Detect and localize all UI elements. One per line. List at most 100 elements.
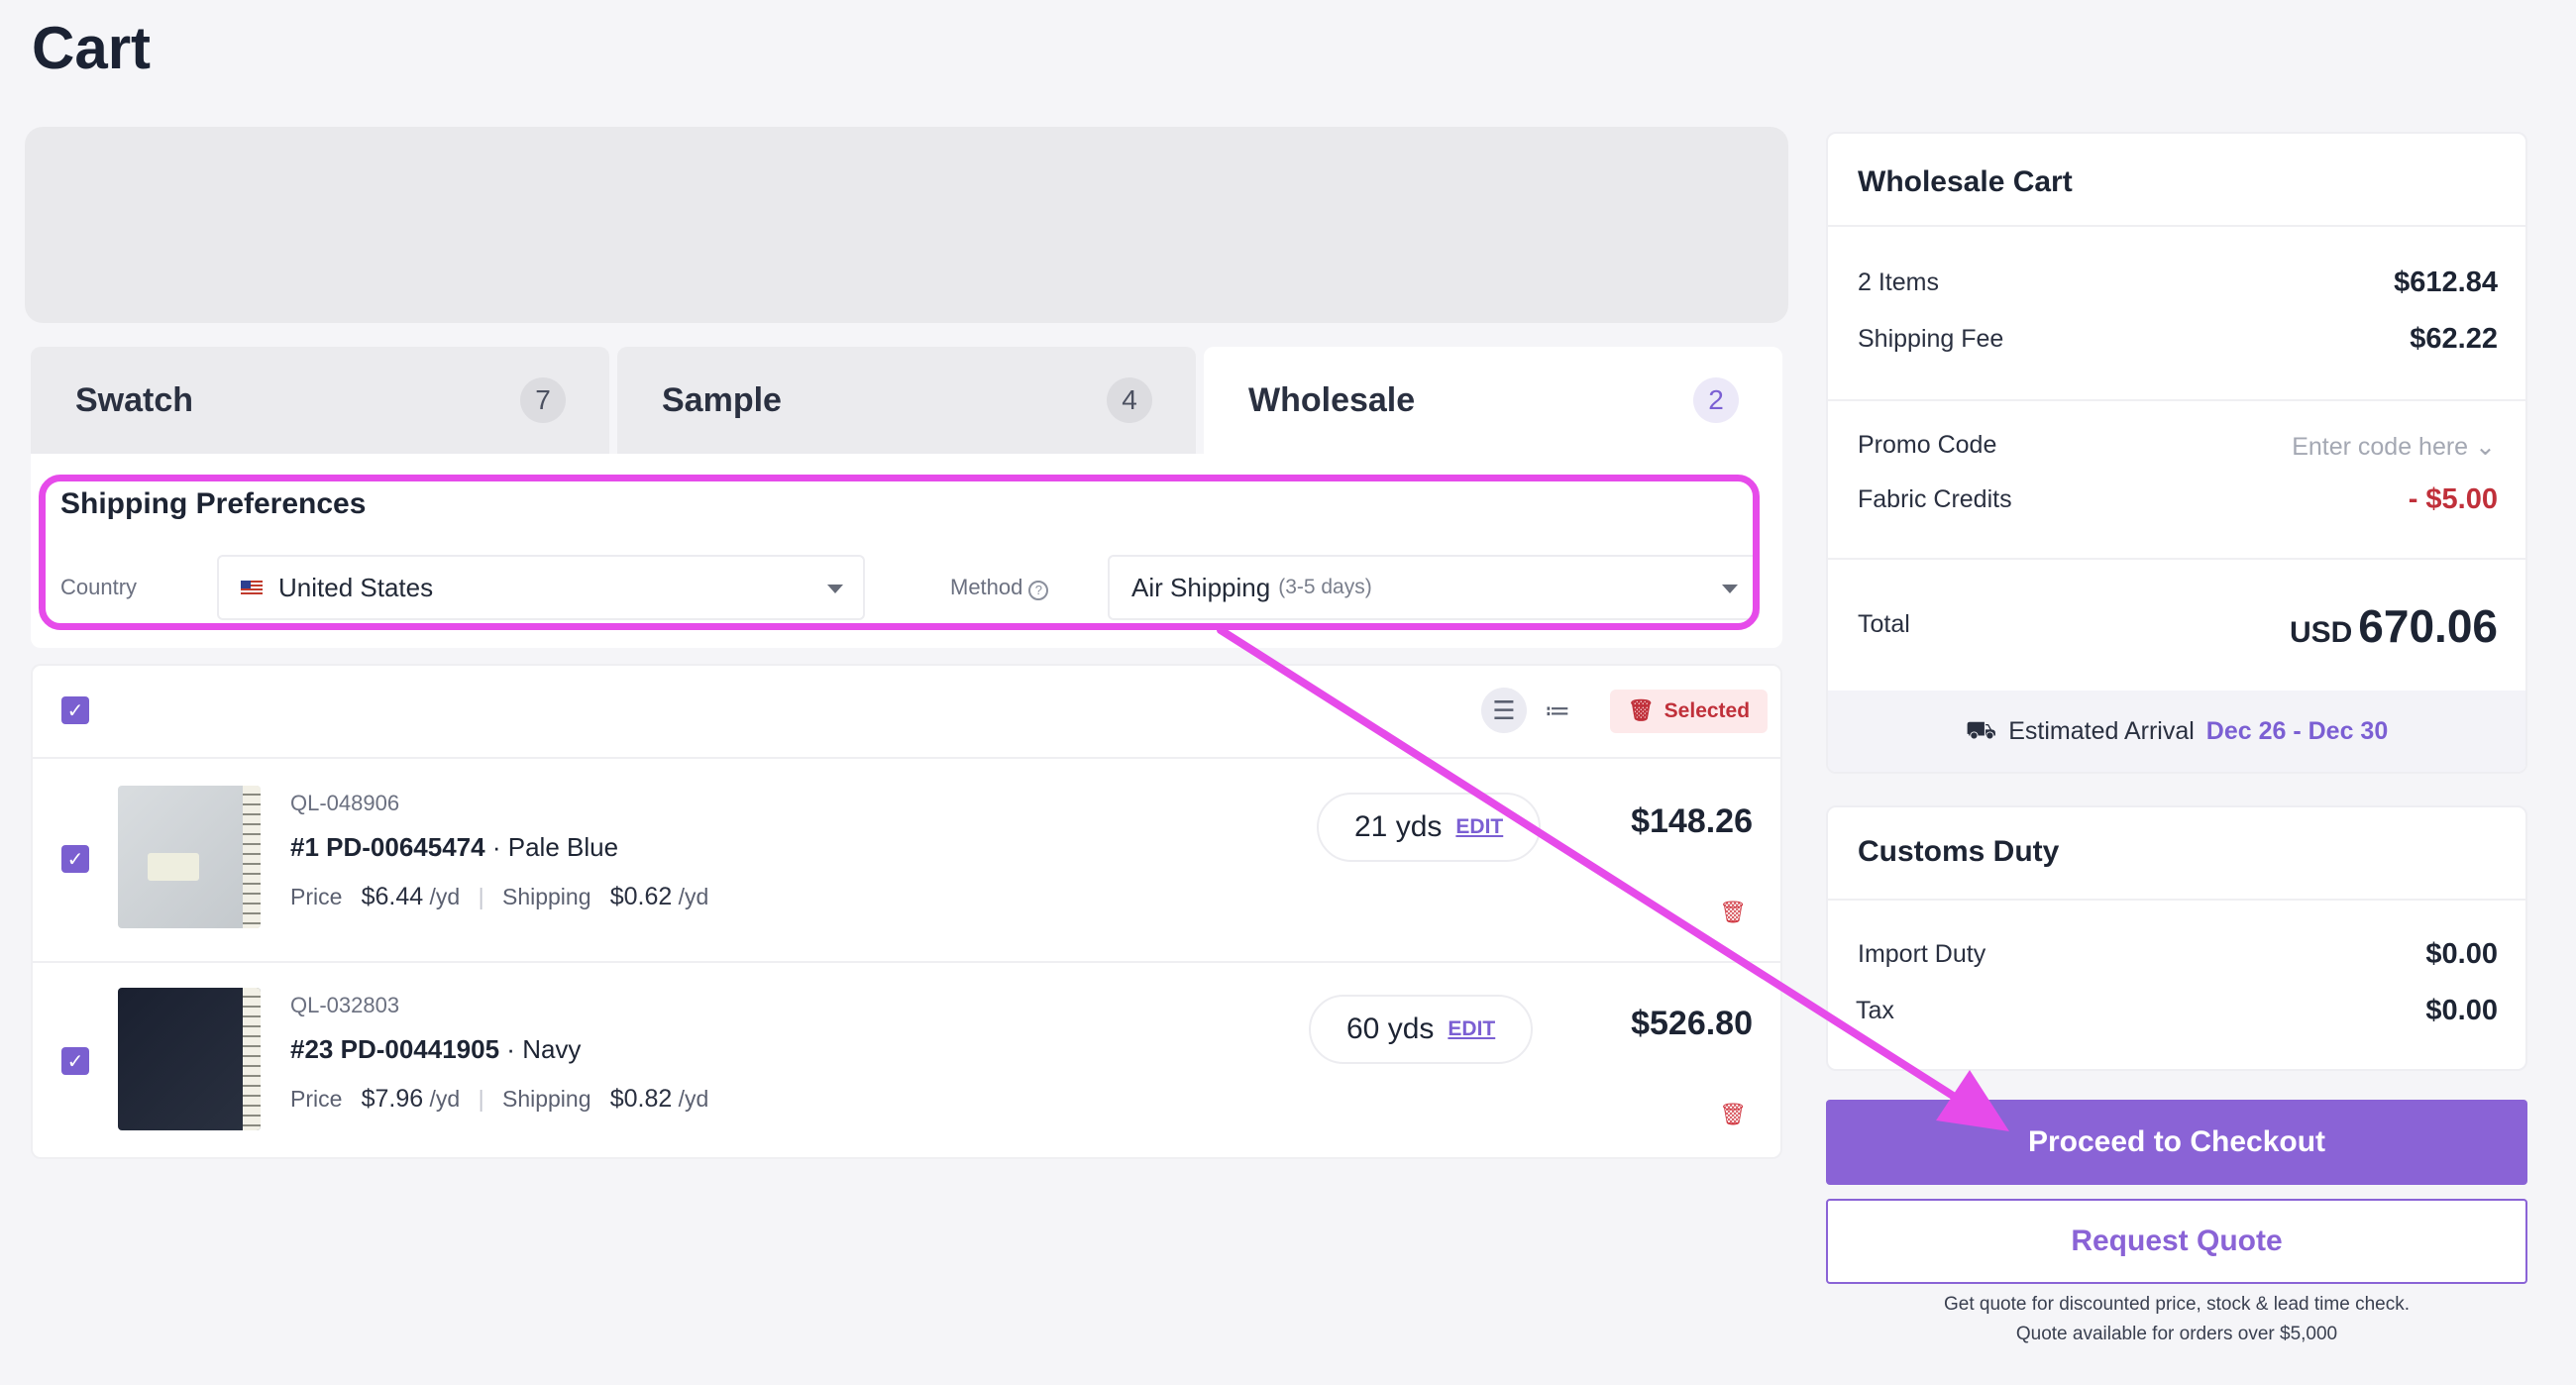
- shipping-label: Shipping: [501, 884, 591, 909]
- trash-icon: 🗑: [1628, 699, 1655, 722]
- customs-duty-title: Customs Duty: [1858, 835, 2060, 868]
- total-amount: USD 670.06: [2290, 599, 2498, 653]
- price-label: Price: [290, 1086, 343, 1112]
- quantity-value: 21 yds: [1354, 810, 1443, 843]
- total-currency: USD: [2289, 616, 2353, 649]
- price-value: $6.44: [361, 883, 424, 910]
- method-select[interactable]: Air Shipping (3-5 days): [1108, 555, 1760, 620]
- item-color-value: Pale Blue: [507, 832, 619, 862]
- country-value: United States: [278, 572, 434, 602]
- quote-note-line-2: Quote available for orders over $5,000: [2015, 1324, 2338, 1344]
- product-thumbnail[interactable]: [118, 988, 261, 1130]
- tab-wholesale[interactable]: Wholesale 2: [1204, 347, 1782, 454]
- card-view-icon[interactable]: ☰: [1481, 688, 1527, 733]
- wholesale-cart-summary: Wholesale Cart 2 Items $612.84 Shipping …: [1826, 132, 2527, 774]
- promo-code-placeholder: Enter code here: [2292, 433, 2469, 461]
- tab-label: Swatch: [75, 380, 194, 419]
- tab-label: Wholesale: [1248, 380, 1416, 419]
- promo-banner: [25, 127, 1788, 323]
- item-line-total: $148.26: [1631, 802, 1753, 840]
- tab-swatch[interactable]: Swatch 7: [31, 347, 609, 454]
- items-value: $612.84: [2394, 266, 2498, 298]
- divider: [1828, 558, 2525, 560]
- item-checkbox[interactable]: ✓: [61, 845, 89, 873]
- item-checkbox[interactable]: ✓: [61, 1047, 89, 1075]
- promo-code-label: Promo Code: [1858, 431, 1997, 459]
- trash-icon[interactable]: 🗑: [1719, 1102, 1747, 1127]
- item-name[interactable]: #1 PD-00645474 · Pale Blue: [290, 832, 618, 863]
- delete-selected-button[interactable]: 🗑 Selected: [1610, 690, 1769, 733]
- selected-label: Selected: [1664, 699, 1751, 722]
- product-thumbnail[interactable]: [118, 786, 261, 928]
- proceed-to-checkout-button[interactable]: Proceed to Checkout: [1826, 1100, 2527, 1185]
- edit-quantity-link[interactable]: EDIT: [1455, 815, 1503, 839]
- promo-code-input[interactable]: Enter code here ⌄: [2292, 432, 2496, 462]
- tab-count-badge: 7: [520, 377, 566, 423]
- customs-duty-card: Customs Duty Import Duty $0.00 Tax $0.00: [1826, 805, 2527, 1071]
- item-sku: QL-032803: [290, 993, 400, 1017]
- tab-count-badge: 2: [1693, 377, 1739, 423]
- cart-items-card: ✓ ☰ ≔ 🗑 Selected ✓ QL-048906 #1 PD-00645…: [31, 664, 1782, 1159]
- tab-count-badge: 4: [1107, 377, 1152, 423]
- item-sku: QL-048906: [290, 791, 400, 815]
- divider: [1828, 399, 2525, 401]
- tab-sample[interactable]: Sample 4: [617, 347, 1196, 454]
- summary-title: Wholesale Cart: [1858, 165, 2073, 198]
- caret-down-icon: [827, 585, 843, 593]
- request-quote-button[interactable]: Request Quote: [1826, 1199, 2527, 1284]
- help-icon[interactable]: ?: [1028, 580, 1049, 600]
- fabric-credits-label: Fabric Credits: [1858, 485, 2012, 513]
- shipping-fee-label: Shipping Fee: [1858, 325, 2004, 353]
- price-unit: /yd: [429, 1086, 461, 1112]
- list-view-icon[interactable]: ≔: [1535, 688, 1580, 733]
- item-code: #23 PD-00441905: [290, 1034, 500, 1064]
- import-duty-value: $0.00: [2425, 938, 2498, 970]
- caret-down-icon: [1722, 585, 1738, 593]
- items-label: 2 Items: [1858, 268, 1939, 296]
- price-label: Price: [290, 884, 343, 909]
- divider: [1828, 225, 2525, 227]
- price-value: $7.96: [361, 1085, 424, 1113]
- quantity-pill[interactable]: 21 yds EDIT: [1317, 793, 1542, 862]
- separator: |: [478, 884, 484, 909]
- cart-tabs: Swatch 7 Sample 4 Wholesale 2: [31, 347, 1782, 454]
- shipping-fee-value: $62.22: [2410, 323, 2498, 355]
- item-color: · Navy: [506, 1034, 582, 1064]
- shipping-preferences-title: Shipping Preferences: [60, 487, 367, 520]
- chevron-down-icon: ⌄: [2475, 433, 2496, 461]
- shipping-value: $0.82: [609, 1085, 673, 1113]
- edit-quantity-link[interactable]: EDIT: [1448, 1017, 1495, 1041]
- divider: [33, 961, 1780, 963]
- fabric-tag: [148, 853, 199, 881]
- trash-icon[interactable]: 🗑: [1719, 900, 1747, 925]
- method-hint: (3-5 days): [1278, 576, 1372, 598]
- arrival-label: Estimated Arrival: [2008, 716, 2195, 745]
- item-color: · Pale Blue: [491, 832, 619, 862]
- country-label: Country: [60, 575, 138, 599]
- item-name[interactable]: #23 PD-00441905 · Navy: [290, 1034, 581, 1065]
- item-pricing: Price $6.44 /yd | Shipping $0.62 /yd: [290, 883, 708, 911]
- item-color-value: Navy: [522, 1034, 582, 1064]
- item-pricing: Price $7.96 /yd | Shipping $0.82 /yd: [290, 1085, 708, 1114]
- delivery-icon: ⛟: [1965, 715, 1997, 744]
- import-duty-label: Import Duty: [1858, 940, 1986, 968]
- total-value: 670.06: [2358, 600, 2498, 652]
- method-label-wrap: Method?: [950, 575, 1049, 600]
- tax-label: Tax: [1856, 997, 1894, 1024]
- ruler: [243, 786, 261, 928]
- price-unit: /yd: [429, 884, 461, 909]
- separator: |: [478, 1086, 484, 1112]
- divider: [33, 757, 1780, 759]
- country-select[interactable]: United States: [217, 555, 865, 620]
- quantity-pill[interactable]: 60 yds EDIT: [1309, 995, 1534, 1064]
- quantity-value: 60 yds: [1346, 1012, 1435, 1045]
- tab-label: Sample: [662, 380, 782, 419]
- item-line-total: $526.80: [1631, 1005, 1753, 1042]
- shipping-value: $0.62: [609, 883, 673, 910]
- total-label: Total: [1858, 610, 1910, 638]
- select-all-checkbox[interactable]: ✓: [61, 696, 89, 724]
- shipping-label: Shipping: [501, 1086, 591, 1112]
- shipping-unit: /yd: [678, 884, 709, 909]
- estimated-arrival: ⛟ Estimated Arrival Dec 26 - Dec 30: [1828, 691, 2525, 772]
- quote-note-line-1: Get quote for discounted price, stock & …: [1944, 1294, 2410, 1315]
